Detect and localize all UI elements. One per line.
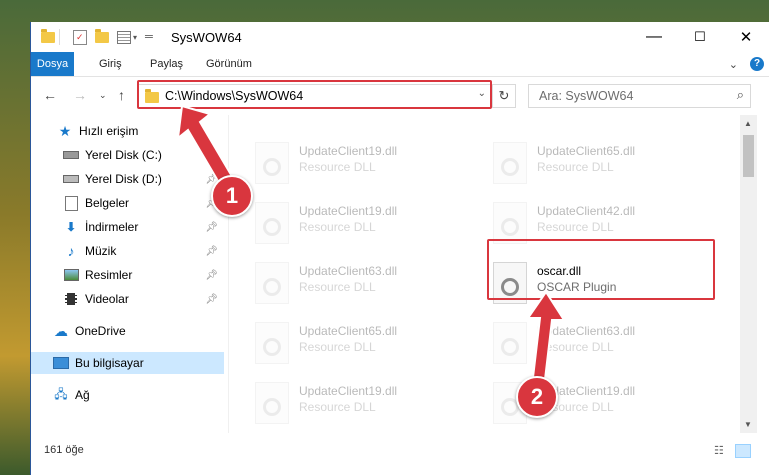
- item-count: 161 öğe: [44, 444, 84, 456]
- file-item[interactable]: UpdateClient65.dll Resource DLL: [229, 316, 449, 368]
- tab-file[interactable]: Dosya: [31, 52, 74, 76]
- drive-d-icon: [63, 172, 79, 186]
- sidebar-item-this-pc[interactable]: Bu bilgisayar: [31, 352, 224, 374]
- pin-icon: 📌︎: [205, 269, 218, 281]
- file-item[interactable]: UpdateClient63.dll Resource DLL: [229, 256, 449, 308]
- refresh-button[interactable]: ↻: [492, 84, 516, 108]
- dll-file-icon: [493, 202, 527, 244]
- file-item[interactable]: UpdateClient19.dll Resource DLL: [229, 136, 449, 188]
- sidebar-item-videos[interactable]: Videolar 📌︎: [31, 288, 224, 310]
- forward-button[interactable]: →: [73, 87, 87, 103]
- sidebar-item-pictures[interactable]: Resimler 📌︎: [31, 264, 224, 286]
- scroll-up-icon[interactable]: ▲: [744, 119, 752, 128]
- music-icon: ♪: [67, 243, 75, 259]
- sidebar-item-downloads[interactable]: ⬇ İndirmeler 📌︎: [31, 216, 224, 238]
- back-button[interactable]: ←: [43, 87, 57, 103]
- dll-file-icon: [255, 322, 289, 364]
- search-icon[interactable]: ⌕: [737, 87, 744, 103]
- large-icons-view-icon[interactable]: [735, 444, 751, 458]
- properties-icon[interactable]: ✓: [73, 28, 87, 46]
- new-folder-icon[interactable]: [95, 28, 109, 46]
- this-pc-icon: [53, 356, 69, 370]
- file-item[interactable]: UpdateClient63.dll Resource DLL: [467, 316, 687, 368]
- sidebar-item-music[interactable]: ♪ Müzik 📌︎: [31, 240, 224, 262]
- network-icon: 🖧︎: [54, 386, 68, 401]
- dll-file-icon: [493, 142, 527, 184]
- search-placeholder: Ara: SysWOW64: [539, 89, 634, 103]
- pin-icon: 📌︎: [205, 245, 218, 257]
- up-button[interactable]: ↑: [118, 87, 125, 103]
- tab-share[interactable]: Paylaş: [142, 52, 191, 76]
- documents-icon: [63, 195, 79, 211]
- folder-icon: [41, 28, 55, 46]
- ribbon: Dosya Giriş Paylaş Görünüm ⌄ ?: [31, 52, 769, 77]
- dll-file-icon: [255, 262, 289, 304]
- tab-home[interactable]: Giriş: [91, 52, 130, 76]
- vertical-scrollbar[interactable]: ▲ ▼: [740, 115, 757, 433]
- file-item[interactable]: UpdateClient19.dll Resource DLL: [229, 376, 449, 428]
- file-item[interactable]: UpdateClient19.dll Resource DLL: [467, 376, 687, 428]
- step-badge-1: 1: [211, 175, 253, 217]
- expand-ribbon-icon[interactable]: ⌄: [729, 58, 738, 71]
- pin-icon: 📌︎: [205, 293, 218, 305]
- sidebar-item-onedrive[interactable]: ☁ OneDrive: [31, 320, 224, 342]
- scroll-down-icon[interactable]: ▼: [744, 420, 752, 429]
- dll-file-icon: [255, 382, 289, 424]
- help-icon[interactable]: ?: [750, 57, 764, 71]
- close-button[interactable]: ✕: [723, 22, 769, 52]
- drive-c-icon: [63, 148, 79, 162]
- dll-file-icon: [255, 142, 289, 184]
- downloads-icon: ⬇: [65, 220, 77, 234]
- file-item[interactable]: UpdateClient65.dll Resource DLL: [467, 136, 687, 188]
- sidebar-item-network[interactable]: 🖧︎ Ağ: [31, 384, 224, 406]
- recent-locations-icon[interactable]: ⌄: [99, 90, 107, 101]
- videos-icon: [63, 292, 79, 306]
- maximize-button[interactable]: ☐: [677, 22, 723, 52]
- details-view-icon[interactable]: ☷: [714, 444, 728, 457]
- title-bar: ✓ ▾ ═ SysWOW64 — ☐ ✕: [31, 22, 769, 52]
- file-item[interactable]: UpdateClient19.dll Resource DLL: [229, 196, 449, 248]
- window-title: SysWOW64: [171, 30, 242, 45]
- chevron-down-icon[interactable]: ═: [145, 28, 153, 46]
- status-bar: 161 öğe ☷: [31, 433, 769, 475]
- star-icon: ★: [58, 122, 72, 139]
- step-badge-2: 2: [516, 376, 558, 418]
- onedrive-icon: ☁: [54, 322, 68, 339]
- customize-toolbar-icon[interactable]: ▾: [117, 28, 137, 46]
- dll-file-icon: [255, 202, 289, 244]
- pictures-icon: [63, 268, 79, 282]
- minimize-button[interactable]: —: [631, 22, 677, 52]
- search-input[interactable]: Ara: SysWOW64 ⌕: [528, 84, 751, 108]
- pin-icon: 📌︎: [205, 221, 218, 233]
- scrollbar-thumb[interactable]: [743, 135, 754, 177]
- tab-view[interactable]: Görünüm: [198, 52, 260, 76]
